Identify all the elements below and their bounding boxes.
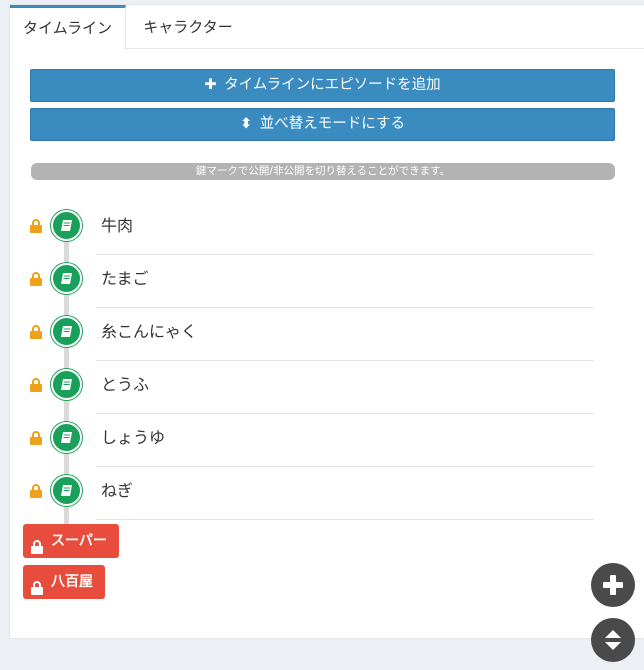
sort-mode-label: 並べ替えモードにする — [259, 116, 405, 132]
plus-icon — [603, 575, 623, 595]
item-label: 牛肉 — [101, 216, 134, 235]
book-icon — [51, 475, 82, 506]
sort-fab-button[interactable] — [591, 618, 635, 662]
book-icon — [51, 422, 82, 453]
book-icon — [51, 263, 82, 294]
lock-icon[interactable] — [30, 324, 42, 339]
add-fab-button[interactable] — [591, 563, 635, 607]
tab-timeline[interactable]: タイムライン — [10, 5, 126, 50]
book-icon — [51, 369, 82, 400]
place-tag-supermarket[interactable]: スーパー — [23, 524, 119, 558]
item-divider — [96, 254, 594, 255]
lock-icon[interactable] — [30, 271, 42, 286]
lock-icon[interactable] — [31, 533, 43, 567]
timeline-item[interactable]: とうふ — [10, 367, 610, 420]
sort-icon — [605, 630, 621, 650]
plus-icon: ✚ — [204, 77, 217, 93]
lock-icon[interactable] — [30, 218, 42, 233]
timeline-item[interactable]: 糸こんにゃく — [10, 314, 610, 367]
timeline-item[interactable]: しょうゆ — [10, 420, 610, 473]
tab-bar: タイムライン キャラクター — [10, 5, 644, 50]
place-tag-greengrocer[interactable]: 八百屋 — [23, 565, 105, 599]
item-divider — [96, 307, 594, 308]
tag-label: 八百屋 — [51, 574, 93, 590]
item-label: ねぎ — [101, 481, 134, 500]
lock-icon[interactable] — [31, 574, 43, 608]
add-episode-label: タイムラインにエピソードを追加 — [224, 77, 441, 93]
item-label: しょうゆ — [101, 428, 166, 447]
timeline-item[interactable]: 牛肉 — [10, 208, 610, 261]
lock-icon[interactable] — [30, 430, 42, 445]
item-label: とうふ — [101, 375, 150, 394]
book-icon — [51, 316, 82, 347]
item-divider — [96, 519, 594, 520]
sort-mode-button[interactable]: ⬍ 並べ替えモードにする — [30, 108, 615, 141]
timeline-item[interactable]: たまご — [10, 261, 610, 314]
tag-label: スーパー — [51, 533, 107, 549]
item-label: 糸こんにゃく — [101, 322, 198, 341]
visibility-notice: 鍵マークで公開/非公開を切り替えることができます。 — [31, 163, 615, 180]
item-divider — [96, 466, 594, 467]
tab-character[interactable]: キャラクター — [126, 5, 250, 49]
book-icon — [51, 210, 82, 241]
lock-icon[interactable] — [30, 377, 42, 392]
item-divider — [96, 360, 594, 361]
item-label: たまご — [101, 269, 149, 288]
add-episode-button[interactable]: ✚ タイムラインにエピソードを追加 — [30, 69, 615, 102]
timeline-item[interactable]: ねぎ — [10, 473, 610, 526]
main-panel: タイムライン キャラクター ✚ タイムラインにエピソードを追加 ⬍ 並べ替えモー… — [9, 4, 644, 639]
sort-icon: ⬍ — [240, 116, 253, 132]
item-divider — [96, 413, 594, 414]
lock-icon[interactable] — [30, 483, 42, 498]
